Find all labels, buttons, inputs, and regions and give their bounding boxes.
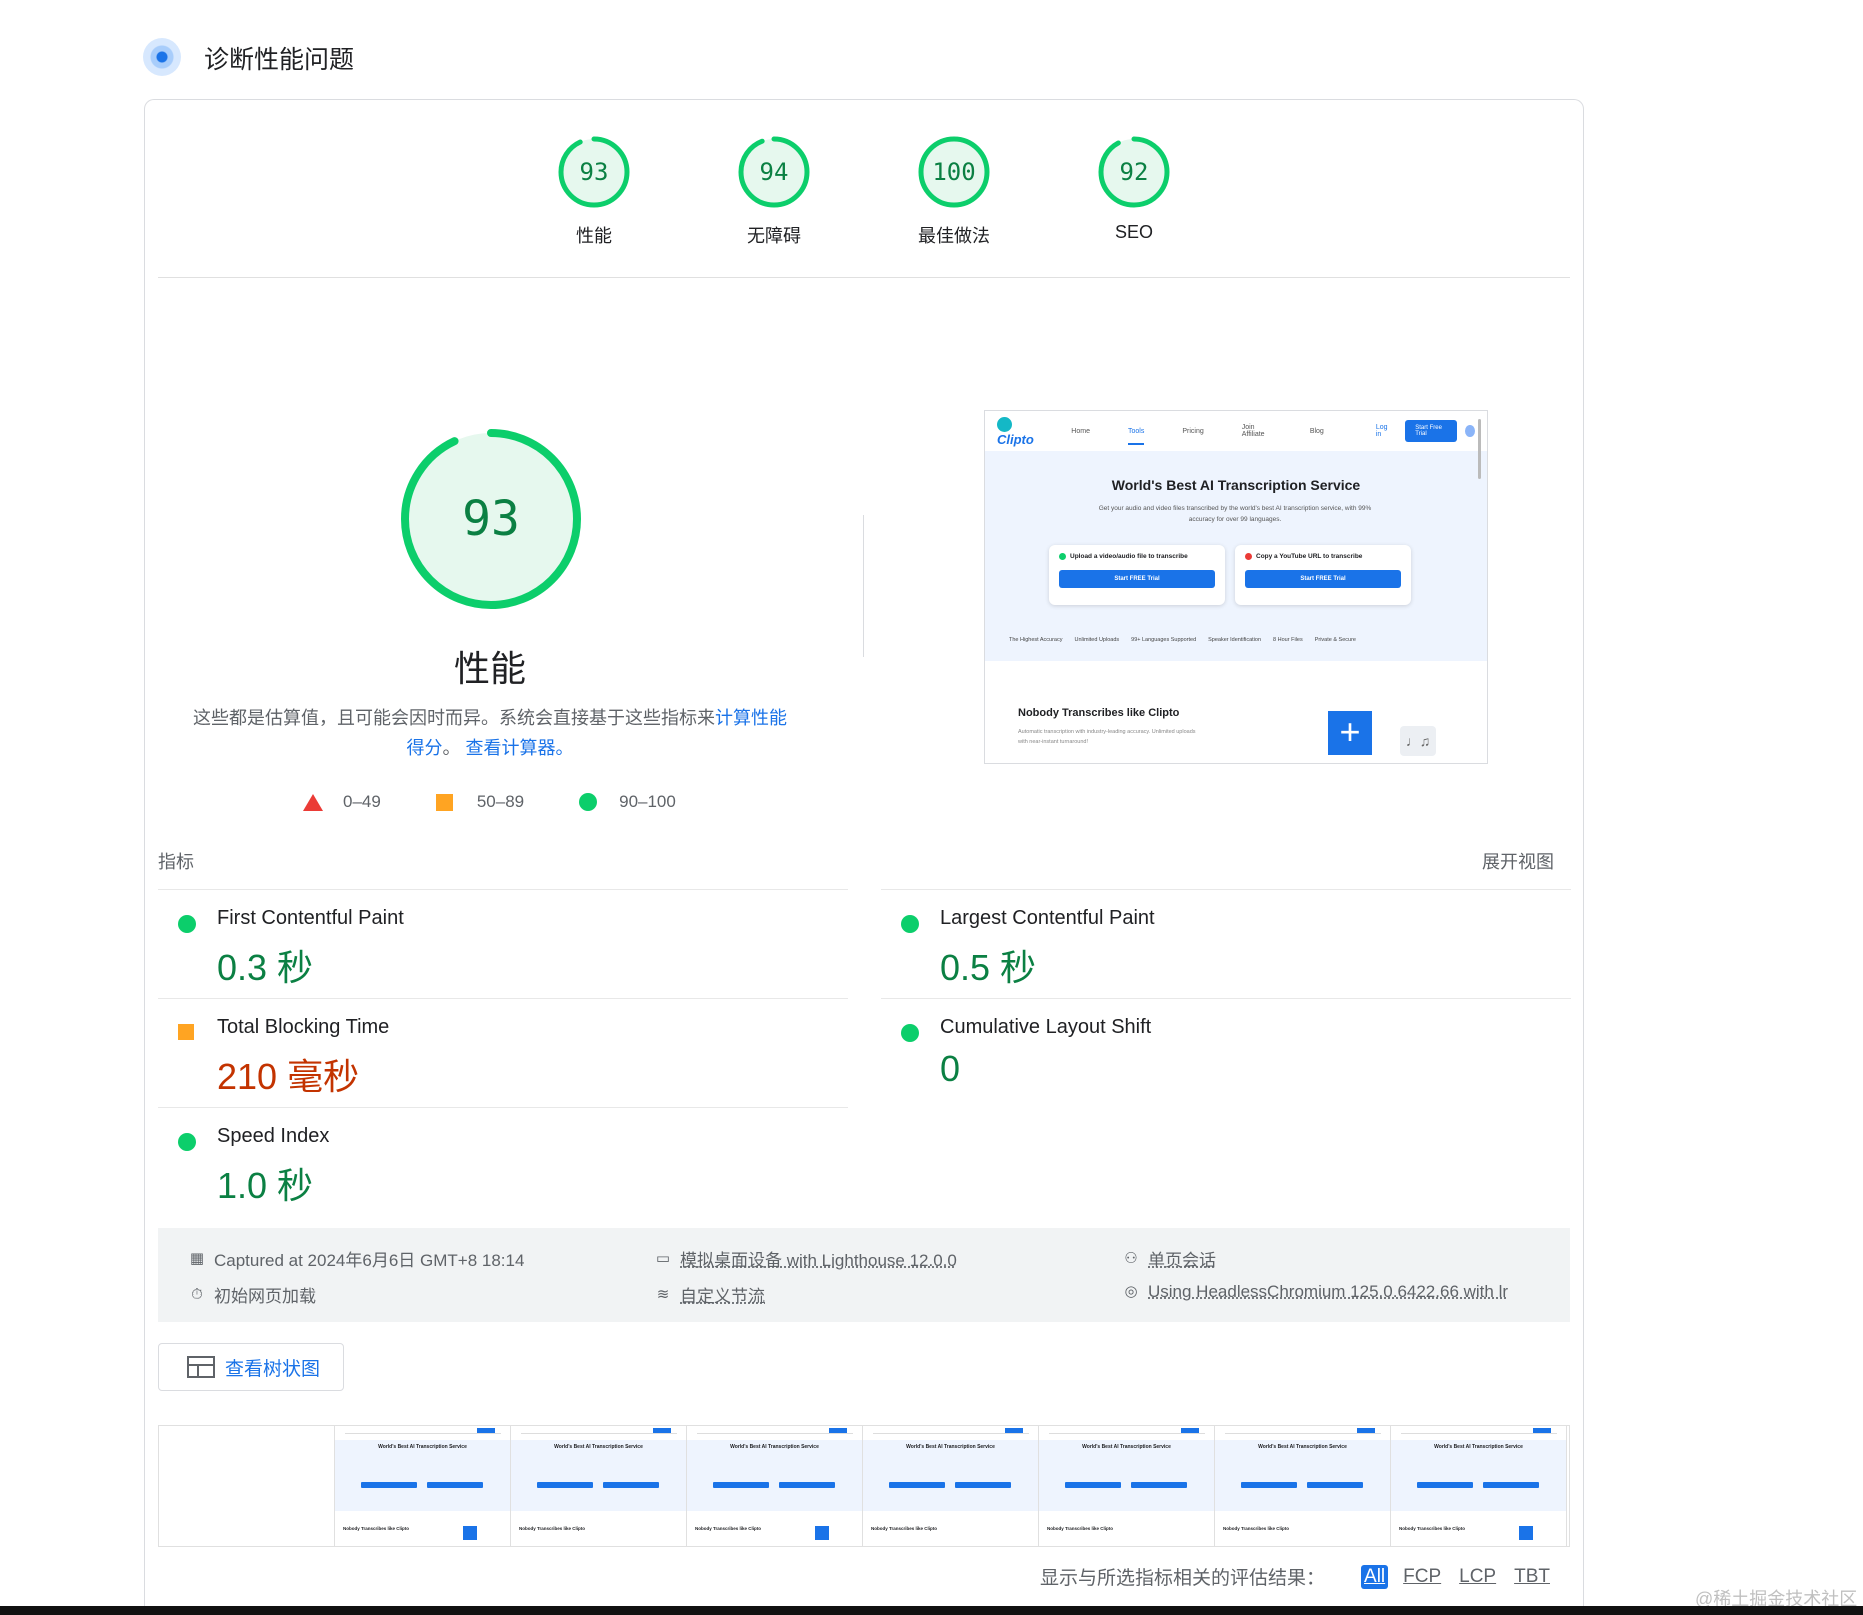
feature-list: The Highest Accuracy Unlimited Uploads 9… xyxy=(1009,637,1356,643)
film-frame: World's Best AI Transcription Service Nob… xyxy=(335,1426,511,1546)
timer-icon: ⏱ xyxy=(191,1285,203,1303)
captured-at: ▦ Captured at 2024年6月6日 GMT+8 18:14 xyxy=(189,1249,525,1271)
svg-text:93: 93 xyxy=(580,158,609,186)
runtime-settings: ▦ Captured at 2024年6月6日 GMT+8 18:14 ▭ 模拟桌面… xyxy=(158,1228,1570,1322)
metrics-heading: 指标 xyxy=(158,852,194,872)
film-frame: World's Best AI Transcription Service Nob… xyxy=(511,1426,687,1546)
metric-tbt: Total Blocking Time 210 毫秒 xyxy=(158,998,848,1107)
final-screenshot[interactable]: Clipto Home Tools Pricing Join Affiliate… xyxy=(984,410,1488,764)
throttling[interactable]: ≋ 自定义节流 xyxy=(654,1282,765,1307)
audit-filter: 显示与所选指标相关的评估结果： All FCP LCP TBT xyxy=(1040,1563,1553,1590)
film-frame: World's Best AI Transcription Service Nob… xyxy=(863,1426,1039,1546)
view-treemap-button[interactable]: 查看树状图 xyxy=(158,1343,344,1391)
film-frame: World's Best AI Transcription Service Nob… xyxy=(1039,1426,1215,1546)
pass-circle-icon xyxy=(901,915,919,933)
youtube-card: Copy a YouTube URL to transcribe Start F… xyxy=(1235,545,1411,605)
person-icon: ⚇ xyxy=(1124,1249,1138,1267)
bottom-bar xyxy=(0,1606,1863,1615)
filter-all[interactable]: All xyxy=(1361,1564,1389,1589)
fail-triangle-icon xyxy=(303,793,323,811)
gauge-ring: 94 xyxy=(738,136,810,208)
metric-speed-index: Speed Index 1.0 秒 xyxy=(158,1107,848,1216)
metric-fcp: First Contentful Paint 0.3 秒 xyxy=(158,889,848,998)
page-load: ⏱ 初始网页加载 xyxy=(188,1282,316,1307)
score-gauge-best-practices[interactable]: 100 最佳做法 xyxy=(889,134,1019,248)
performance-description: 这些都是估算值，且可能会因时而异。系统会直接基于这些指标来计算性能得分。 查看计… xyxy=(193,708,787,758)
pass-circle-icon xyxy=(178,1133,196,1151)
film-frame: World's Best AI Transcription Service Nob… xyxy=(1391,1426,1567,1546)
clipto-logo: Clipto xyxy=(997,415,1041,447)
score-gauge-performance[interactable]: 93 性能 xyxy=(529,134,659,248)
music-icon: ♩♫ xyxy=(1400,726,1436,756)
performance-score: 93 xyxy=(462,491,520,547)
score-label: 无障碍 xyxy=(747,226,801,246)
lighthouse-report: 诊断性能问题 93 性能 94 无障碍 100 最佳做法 92 SEO 93 性… xyxy=(0,0,1863,1615)
pass-circle-icon xyxy=(901,1024,919,1042)
film-frame: World's Best AI Transcription Service Nob… xyxy=(1215,1426,1391,1546)
score-gauge-seo[interactable]: 92 SEO xyxy=(1069,134,1199,243)
film-frame: World's Best AI Transcription Service Nob… xyxy=(687,1426,863,1546)
metric-cls: Cumulative Layout Shift 0 xyxy=(881,998,1571,1107)
average-square-icon xyxy=(178,1024,194,1040)
report-panel xyxy=(144,99,1584,1615)
plus-icon: + xyxy=(1328,711,1372,755)
chrome-icon: ◎ xyxy=(1124,1283,1138,1300)
svg-text:92: 92 xyxy=(1120,158,1149,186)
avatar xyxy=(1465,425,1475,437)
browser-version[interactable]: ◎ Using HeadlessChromium 125.0.6422.66 wi… xyxy=(1122,1282,1508,1302)
score-label: 性能 xyxy=(576,226,612,246)
filter-fcp[interactable]: FCP xyxy=(1400,1565,1444,1589)
filter-lcp[interactable]: LCP xyxy=(1456,1565,1499,1589)
film-frame xyxy=(159,1426,335,1546)
upload-card: Upload a video/audio file to transcribe … xyxy=(1049,545,1225,605)
session-mode[interactable]: ⚇ 单页会话 xyxy=(1122,1246,1216,1271)
average-square-icon xyxy=(435,793,453,811)
pass-circle-icon xyxy=(178,915,196,933)
devices-icon: ▭ xyxy=(655,1249,671,1267)
performance-gauge: 93 xyxy=(401,429,581,609)
wifi-icon: ≋ xyxy=(656,1285,670,1303)
score-gauge-accessibility[interactable]: 94 无障碍 xyxy=(709,134,839,248)
performance-title: 性能 xyxy=(453,648,526,689)
score-legend: 0–49 50–89 90–100 xyxy=(303,792,731,812)
svg-text:94: 94 xyxy=(760,158,789,186)
screenshot-nav: Clipto Home Tools Pricing Join Affiliate… xyxy=(985,411,1487,451)
metric-lcp: Largest Contentful Paint 0.5 秒 xyxy=(881,889,1571,998)
score-label: SEO xyxy=(1114,222,1153,242)
filmstrip: World's Best AI Transcription Service Nob… xyxy=(158,1425,1570,1547)
vertical-divider xyxy=(863,515,864,657)
calendar-icon: ▦ xyxy=(189,1249,205,1267)
treemap-icon xyxy=(187,1356,215,1378)
score-label: 最佳做法 xyxy=(918,226,990,246)
svg-text:100: 100 xyxy=(932,158,975,186)
page-title: 诊断性能问题 xyxy=(204,46,355,74)
calculator-link[interactable]: 查看计算器。 xyxy=(466,738,574,758)
expand-view-toggle[interactable]: 展开视图 xyxy=(1482,848,1554,874)
gauge-ring: 93 xyxy=(558,136,630,208)
filter-tbt[interactable]: TBT xyxy=(1511,1565,1553,1589)
scrollbar xyxy=(1478,419,1481,479)
gauge-ring: 92 xyxy=(1098,136,1170,208)
pass-circle-icon xyxy=(579,793,598,811)
lighthouse-icon xyxy=(143,38,181,76)
divider xyxy=(158,277,1570,278)
gauge-ring: 100 xyxy=(918,136,990,208)
device-emulation[interactable]: ▭ 模拟桌面设备 with Lighthouse 12.0.0 xyxy=(654,1246,957,1271)
